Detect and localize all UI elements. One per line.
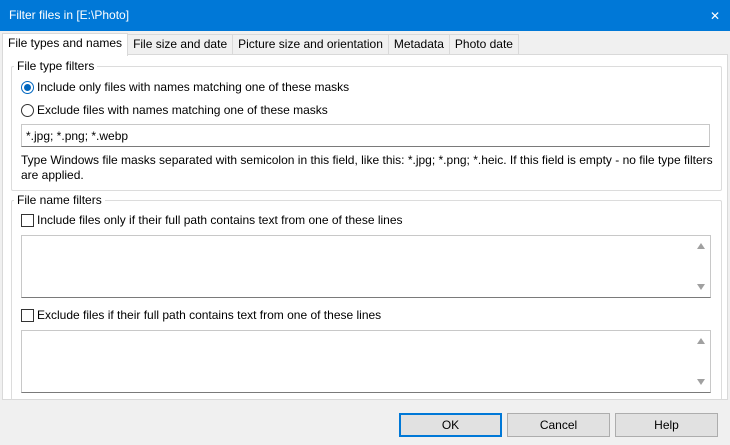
exclude-lines-scrollbar[interactable]	[693, 331, 710, 392]
exclude-masks-radio[interactable]	[21, 103, 34, 117]
include-lines-checkbox[interactable]	[21, 213, 34, 227]
exclude-lines-label: Exclude files if their full path contain…	[37, 308, 382, 322]
scroll-up-arrow-icon[interactable]	[697, 243, 705, 249]
include-lines-textarea[interactable]	[21, 235, 711, 298]
exclude-masks-radio-row[interactable]: Exclude files with names matching one of…	[21, 103, 328, 117]
cancel-button[interactable]: Cancel	[507, 413, 610, 437]
tab-page: File type filters Include only files wit…	[2, 54, 728, 400]
exclude-masks-label: Exclude files with names matching one of…	[37, 103, 328, 117]
tab-picture-size-and-orientation[interactable]: Picture size and orientation	[232, 34, 389, 55]
include-lines-label: Include files only if their full path co…	[37, 213, 403, 227]
exclude-lines-textarea[interactable]	[21, 330, 711, 393]
tab-strip: File types and names File size and date …	[2, 33, 519, 56]
exclude-lines-checkbox-row[interactable]: Exclude files if their full path contain…	[21, 308, 381, 322]
exclude-lines-checkbox[interactable]	[21, 308, 34, 322]
tab-file-types-and-names[interactable]: File types and names	[2, 33, 129, 56]
file-type-filters-legend: File type filters	[17, 59, 95, 73]
file-masks-input[interactable]	[21, 124, 710, 147]
close-icon[interactable]: ✕	[700, 0, 730, 31]
file-masks-hint: Type Windows file masks separated with s…	[21, 153, 713, 182]
scroll-down-arrow-icon[interactable]	[697, 379, 705, 385]
help-button[interactable]: Help	[615, 413, 718, 437]
scroll-down-arrow-icon[interactable]	[697, 284, 705, 290]
tab-file-size-and-date[interactable]: File size and date	[127, 34, 234, 55]
include-masks-radio-row[interactable]: Include only files with names matching o…	[21, 80, 349, 94]
include-masks-radio[interactable]	[21, 80, 34, 94]
scroll-up-arrow-icon[interactable]	[697, 338, 705, 344]
window-title: Filter files in [E:\Photo]	[9, 8, 130, 22]
include-masks-label: Include only files with names matching o…	[37, 80, 350, 94]
title-bar: Filter files in [E:\Photo] ✕	[0, 0, 730, 31]
tab-photo-date[interactable]: Photo date	[448, 34, 519, 55]
tab-metadata[interactable]: Metadata	[387, 34, 450, 55]
include-lines-checkbox-row[interactable]: Include files only if their full path co…	[21, 213, 403, 227]
ok-button[interactable]: OK	[399, 413, 502, 437]
file-name-filters-legend: File name filters	[17, 193, 102, 207]
include-lines-scrollbar[interactable]	[693, 236, 710, 297]
